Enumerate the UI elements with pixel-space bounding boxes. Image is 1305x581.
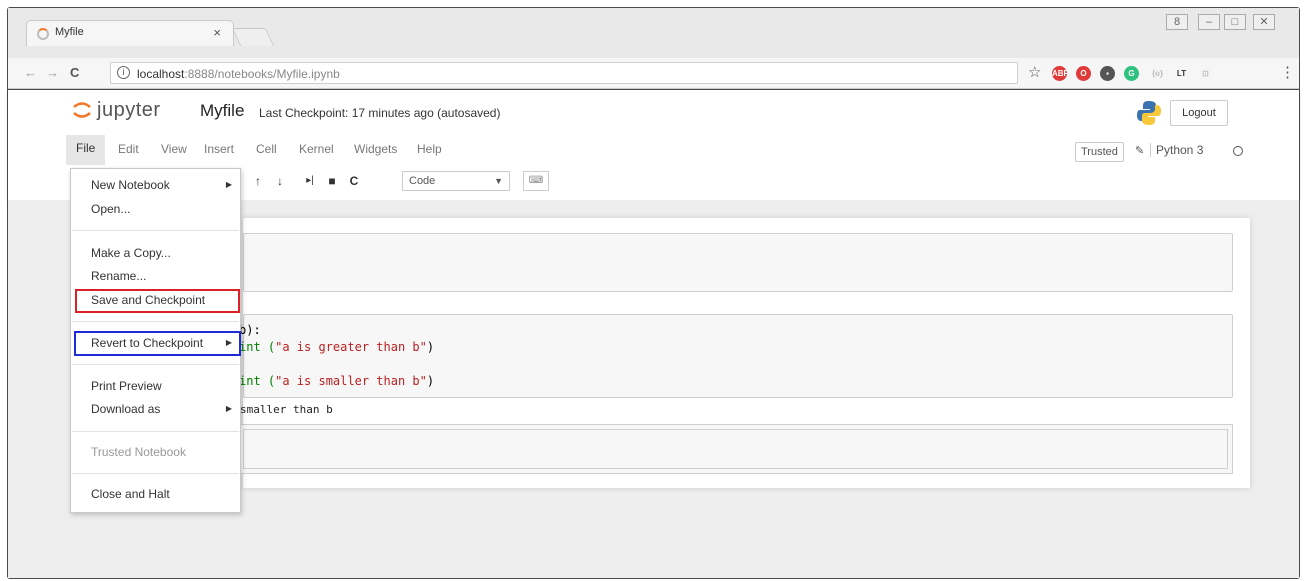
bookmark-star-icon[interactable]: ☆ <box>1028 63 1041 81</box>
code-string: "a is smaller than b" <box>275 374 427 388</box>
close-window-button[interactable]: ✕ <box>1253 14 1275 30</box>
menu-divider <box>72 473 239 474</box>
tab-title: Myfile <box>55 26 84 38</box>
menu-kernel[interactable]: Kernel <box>299 142 334 156</box>
submenu-arrow-icon: ▶ <box>225 404 232 413</box>
notebook-name[interactable]: Myfile <box>200 101 244 121</box>
cell-type-value: Code <box>409 175 436 187</box>
back-icon[interactable]: ← <box>24 65 37 80</box>
url-host: localhost <box>137 67 185 81</box>
menu-item-label: New Notebook <box>91 178 170 192</box>
jupyter-logo-icon[interactable] <box>72 101 92 119</box>
menu-divider <box>72 364 239 365</box>
trusted-badge[interactable]: Trusted <box>1075 142 1124 162</box>
run-icon[interactable]: ▸| <box>302 170 318 192</box>
chevron-down-icon: ▼ <box>494 176 503 186</box>
move-down-icon[interactable]: ↓ <box>272 170 288 192</box>
url-path: :8888/notebooks/Myfile.ipynb <box>184 67 340 81</box>
code-line-3: int ("a is smaller than b") <box>239 374 434 388</box>
browser-toolbar: ← → C i localhost:8888/notebooks/Myfile.… <box>8 58 1299 89</box>
grammarly-icon[interactable]: G <box>1124 66 1139 81</box>
menu-item-label: Download as <box>91 402 161 416</box>
python-logo-icon <box>1137 101 1161 125</box>
menu-make-copy[interactable]: Make a Copy... <box>71 242 240 264</box>
code-token: ) <box>426 374 435 388</box>
menu-new-notebook[interactable]: New Notebook ▶ <box>71 174 240 196</box>
keyboard-icon[interactable]: ⌨ <box>523 171 549 191</box>
ext-dark-icon[interactable]: ▪ <box>1100 66 1115 81</box>
menu-help[interactable]: Help <box>417 142 442 156</box>
code-token: ) <box>426 340 435 354</box>
menu-edit[interactable]: Edit <box>118 142 139 156</box>
code-line-2: int ("a is greater than b") <box>239 340 434 354</box>
menu-open[interactable]: Open... <box>71 198 240 220</box>
url-text: localhost:8888/notebooks/Myfile.ipynb <box>137 67 340 81</box>
chrome-menu-icon[interactable]: ⋮ <box>1280 63 1295 81</box>
menu-close-halt[interactable]: Close and Halt <box>71 483 240 505</box>
selected-empty-cell[interactable] <box>238 424 1233 474</box>
save-checkpoint-highlight <box>75 289 240 313</box>
menu-cell[interactable]: Cell <box>256 142 277 156</box>
menu-insert[interactable]: Insert <box>204 142 234 156</box>
menu-widgets[interactable]: Widgets <box>354 142 397 156</box>
profile-icon[interactable]: 8 <box>1166 14 1188 30</box>
menu-rename[interactable]: Rename... <box>71 265 240 287</box>
move-up-icon[interactable]: ↑ <box>250 170 266 192</box>
menubar: File Edit View Insert Cell Kernel Widget… <box>66 135 1246 165</box>
menu-view[interactable]: View <box>161 142 187 156</box>
new-tab-button[interactable] <box>231 28 275 46</box>
tab-close-icon[interactable]: × <box>213 25 221 40</box>
code-token: int ( <box>239 374 276 388</box>
opera-icon[interactable]: O <box>1076 66 1091 81</box>
cell-output: smaller than b <box>240 403 333 416</box>
menu-divider <box>72 431 239 432</box>
address-bar[interactable]: i localhost:8888/notebooks/Myfile.ipynb <box>110 62 1018 84</box>
logout-button[interactable]: Logout <box>1170 100 1228 126</box>
menu-divider <box>72 230 239 231</box>
ext-gray-icon[interactable]: ⊡ <box>1198 66 1213 81</box>
menu-download-as[interactable]: Download as ▶ <box>71 398 240 420</box>
checkpoint-status: Last Checkpoint: 17 minutes ago (autosav… <box>259 106 501 120</box>
edit-pencil-icon[interactable]: ✎ <box>1135 144 1144 157</box>
restart-icon[interactable]: C <box>346 170 362 192</box>
code-cell-2[interactable]: b): int ("a is greater than b") int ("a … <box>239 314 1233 398</box>
code-cell-1[interactable] <box>243 233 1233 292</box>
code-token: int ( <box>239 340 276 354</box>
ext-brackets-icon[interactable]: {o} <box>1150 66 1165 81</box>
info-icon[interactable]: i <box>117 66 130 79</box>
menu-file[interactable]: File <box>66 135 106 165</box>
abp-icon[interactable]: ABP <box>1052 66 1069 81</box>
cell-type-select[interactable]: Code ▼ <box>402 171 510 191</box>
loading-spinner-icon <box>37 28 49 40</box>
reload-icon[interactable]: C <box>70 65 79 80</box>
code-string: "a is greater than b" <box>275 340 427 354</box>
code-line-1: b): <box>239 323 261 337</box>
menu-print-preview[interactable]: Print Preview <box>71 375 240 397</box>
menu-trusted-notebook: Trusted Notebook <box>91 445 186 459</box>
submenu-arrow-icon: ▶ <box>225 180 232 189</box>
kernel-name[interactable]: Python 3 <box>1150 143 1203 157</box>
browser-titlebar: Myfile × 8 – □ ✕ <box>8 8 1299 58</box>
minimize-button[interactable]: – <box>1198 14 1220 30</box>
stop-icon[interactable]: ■ <box>324 170 340 192</box>
notebook-container: b): int ("a is greater than b") int ("a … <box>238 218 1250 488</box>
kernel-idle-icon <box>1233 146 1243 156</box>
menu-divider <box>72 321 239 322</box>
empty-cell-input[interactable] <box>243 429 1228 469</box>
languagetool-icon[interactable]: LT <box>1174 66 1189 81</box>
maximize-button[interactable]: □ <box>1224 14 1246 30</box>
forward-icon[interactable]: → <box>46 65 59 80</box>
jupyter-logo-text[interactable]: jupyter <box>97 99 161 122</box>
browser-tab[interactable]: Myfile × <box>26 20 234 46</box>
revert-checkpoint-highlight <box>74 331 241 356</box>
